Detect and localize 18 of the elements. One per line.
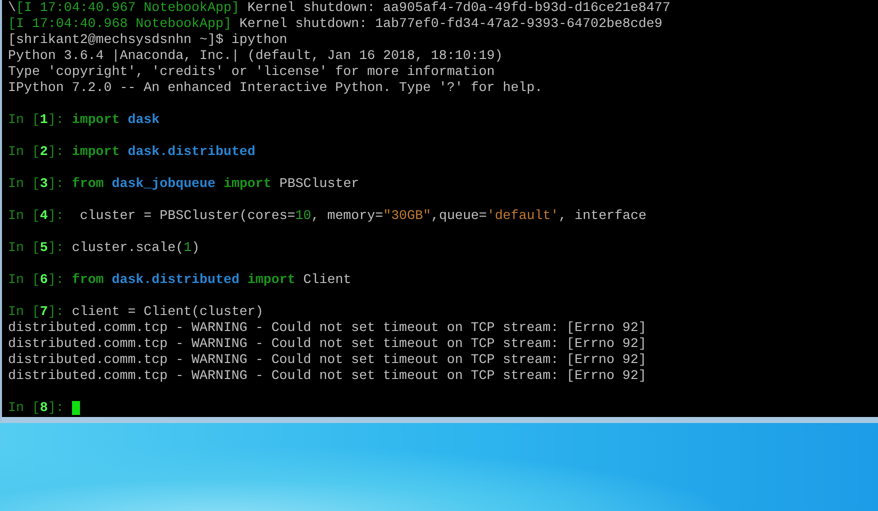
output-line: distributed.comm.tcp - WARNING - Could not set timeout on TCP stream: [Errno 92] bbox=[8, 320, 646, 336]
output-line: [I 17:04:40.968 NotebookApp] Kernel shutdown: 1ab77ef0-fd34-47a2-9393-64702be8cde9 bbox=[8, 16, 662, 32]
prompt-line: In [6]: from dask.distributed import Client bbox=[8, 272, 352, 288]
output-line: Type 'copyright', 'credits' or 'license' for more information bbox=[8, 64, 495, 80]
prompt-line: In [4]: cluster = PBSCluster(cores=10, memory="30GB",queue='default', interface bbox=[8, 208, 646, 224]
output-line: distributed.comm.tcp - WARNING - Could not set timeout on TCP stream: [Errno 92] bbox=[8, 352, 646, 368]
output-line: IPython 7.2.0 -- An enhanced Interactive Python. Type '?' for help. bbox=[8, 80, 543, 96]
output-line: distributed.comm.tcp - WARNING - Could not set timeout on TCP stream: [Errno 92] bbox=[8, 368, 646, 384]
output-line: \[I 17:04:40.967 NotebookApp] Kernel shutdown: aa905af4-7d0a-49fd-b93d-d16ce21e8477 bbox=[8, 0, 670, 16]
prompt-line: In [3]: from dask_jobqueue import PBSCluster bbox=[8, 176, 360, 192]
prompt-line: In [7]: client = Client(cluster) bbox=[8, 304, 264, 320]
prompt-line: In [8]: bbox=[8, 400, 65, 416]
prompt-line: In [5]: cluster.scale(1) bbox=[8, 240, 200, 256]
prompt-line: In [2]: import dask.distributed bbox=[8, 144, 256, 160]
output-line: distributed.comm.tcp - WARNING - Could not set timeout on TCP stream: [Errno 92] bbox=[8, 336, 646, 352]
prompt-line: In [1]: import dask bbox=[8, 112, 160, 128]
output-line: Python 3.6.4 |Anaconda, Inc.| (default, Jan 16 2018, 18:10:19) bbox=[8, 48, 503, 64]
output-line: [shrikant2@mechsysdsnhn ~]$ ipython bbox=[8, 32, 288, 48]
